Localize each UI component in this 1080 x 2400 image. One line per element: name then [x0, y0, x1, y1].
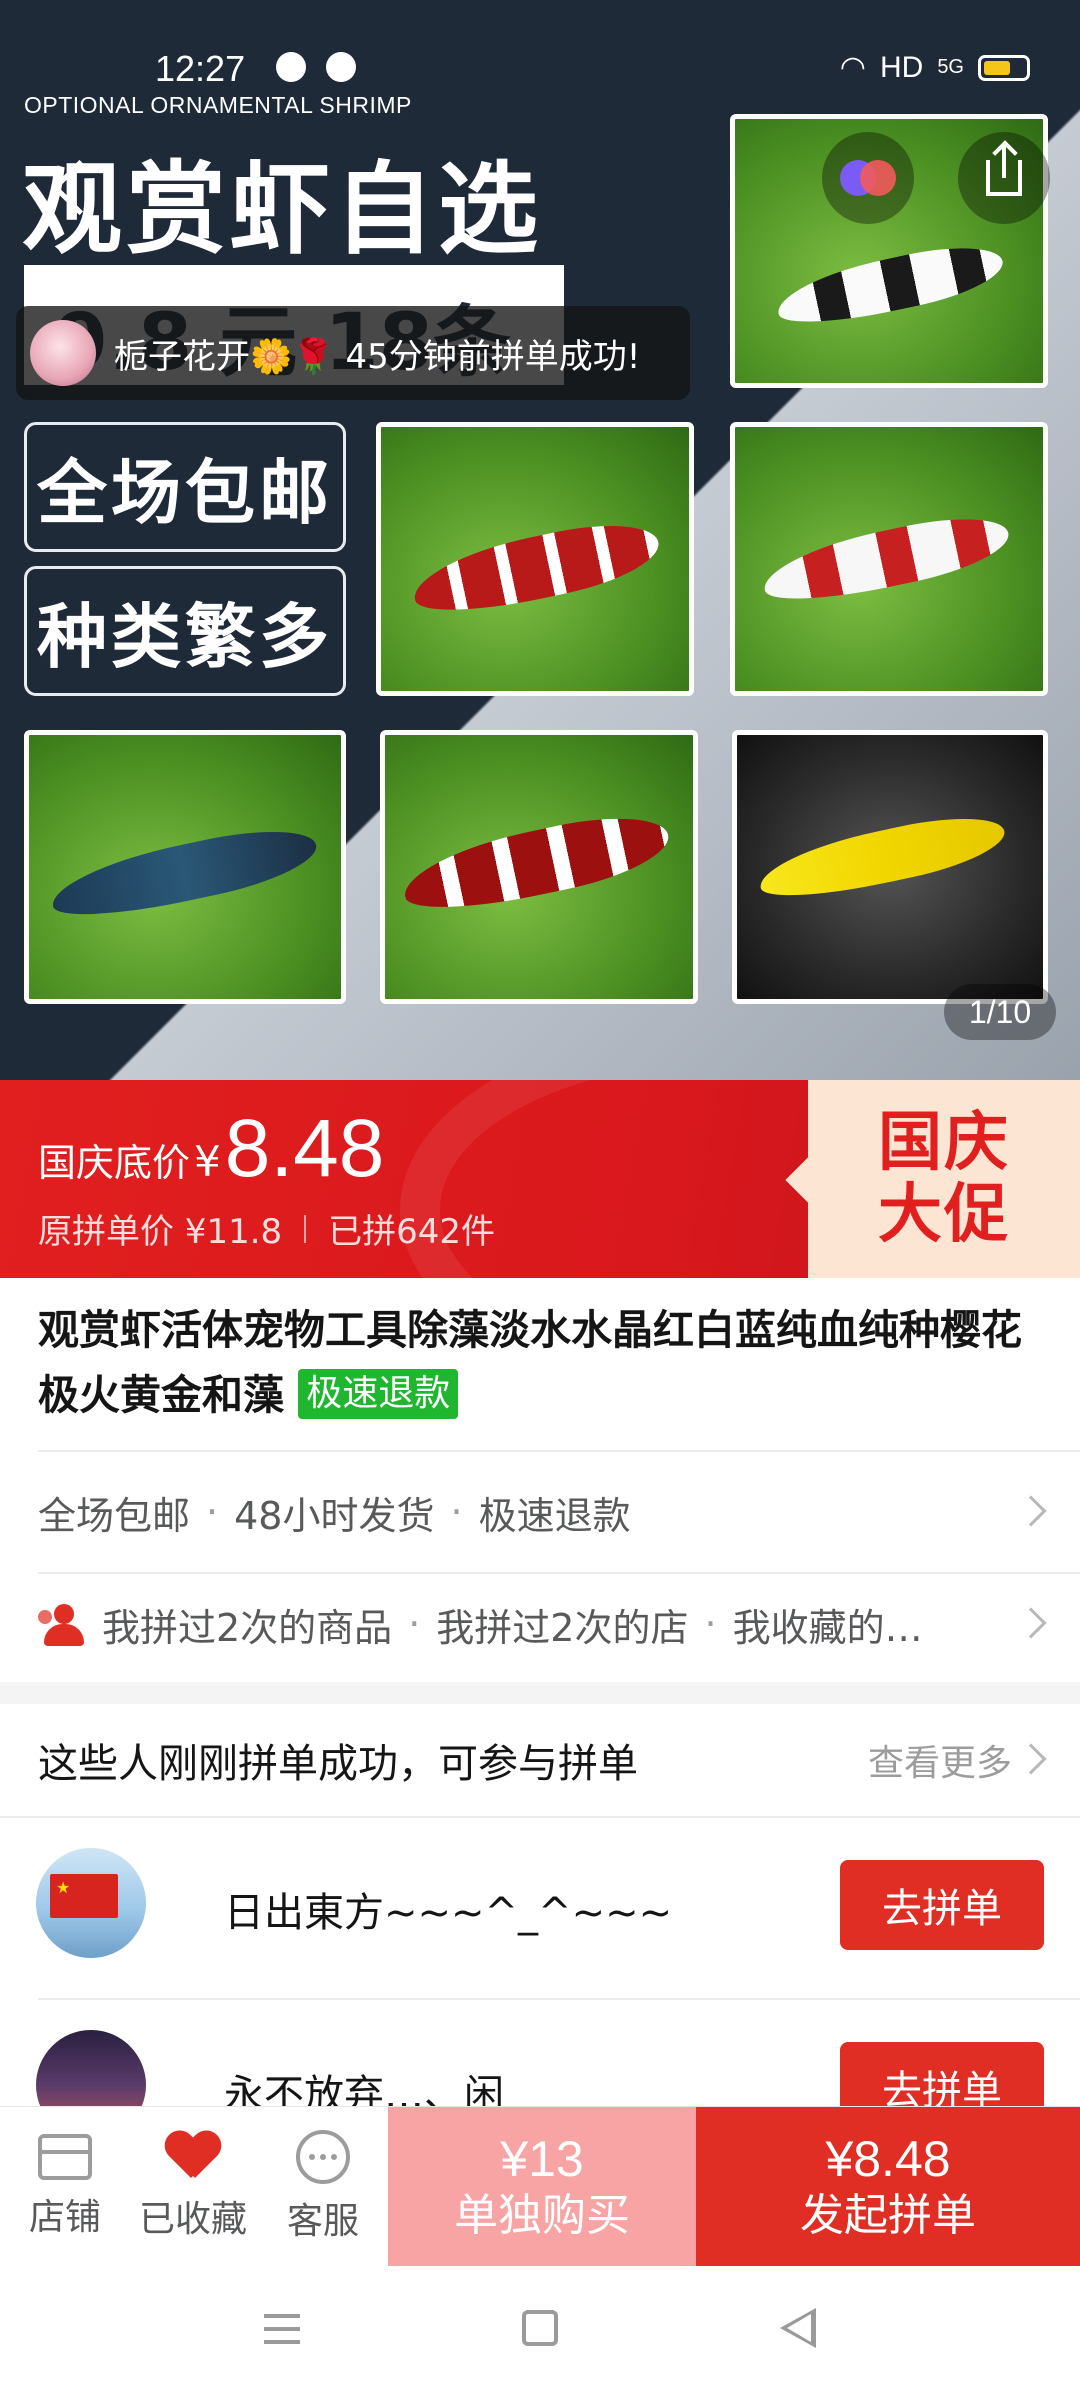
hero-subtitle: OPTIONAL ORNAMENTAL SHRIMP: [24, 92, 412, 118]
system-nav-bar: [0, 2266, 1080, 2400]
shrimp-photo-yellow: [732, 730, 1048, 1004]
original-price-line: 原拼单价 ¥11.8 已拼642件: [38, 1204, 495, 1253]
sold-count: 已拼642件: [328, 1212, 496, 1252]
shrimp-photo-blue: [24, 730, 346, 1004]
start-group-button[interactable]: ¥8.48 发起拼单: [696, 2107, 1080, 2267]
back-button[interactable]: [34, 150, 108, 224]
divider: [38, 1450, 1080, 1452]
group-label: 发起拼单: [800, 2190, 976, 2241]
join-group-header: 这些人刚刚拼单成功，可参与拼单 查看更多: [38, 1704, 1047, 1816]
people-icon: [38, 1602, 88, 1646]
heart-icon: [165, 2132, 221, 2182]
join-group-button[interactable]: 去拼单: [840, 1860, 1044, 1950]
status-time: 12:27: [155, 48, 246, 89]
home-icon[interactable]: [522, 2310, 558, 2346]
app-status-icon: [326, 52, 356, 82]
service-item: 极速退款: [478, 1493, 631, 1538]
alone-label: 单独购买: [454, 2190, 630, 2241]
service-item: 全场包邮: [38, 1493, 191, 1538]
browser-status-icon: [276, 52, 306, 82]
history-item: 我拼过2次的店: [436, 1605, 689, 1650]
service-label: 客服: [286, 2201, 359, 2242]
brand-logo-icon: [840, 156, 896, 200]
battery-icon: [978, 54, 1030, 81]
chevron-right-icon: [1015, 1607, 1047, 1639]
shrimp-photo-white-red: [730, 422, 1048, 696]
promo-line-1: 国庆: [878, 1106, 1010, 1180]
promo-line-2: 大促: [878, 1178, 1010, 1252]
favorite-label: 已收藏: [138, 2199, 247, 2240]
wifi-icon: ◠: [839, 51, 866, 84]
menu-icon[interactable]: [264, 2314, 300, 2344]
history-item: 我收藏的…: [732, 1605, 923, 1650]
see-more-link[interactable]: 查看更多: [868, 1734, 1012, 1786]
join-group-row: ★ 日出東方~~~^_^~~~ 去拼单: [0, 1818, 1080, 1998]
service-item: 48小时发货: [234, 1493, 435, 1538]
image-counter: 1/10: [944, 984, 1056, 1040]
group-price: ¥8.48: [825, 2131, 951, 2187]
join-group-heading: 这些人刚刚拼单成功，可参与拼单: [38, 1741, 638, 1787]
brand-logo-button[interactable]: [822, 132, 914, 224]
shrimp-photo-red-white: [376, 422, 694, 696]
share-button[interactable]: [958, 132, 1050, 224]
purchase-history-row[interactable]: 我拼过2次的商品 · 我拼过2次的店 · 我收藏的…: [38, 1574, 1047, 1674]
back-triangle-icon[interactable]: [780, 2308, 816, 2348]
product-image-carousel[interactable]: OPTIONAL ORNAMENTAL SHRIMP 观赏虾自选 9.8 元 1…: [0, 0, 1080, 1080]
price-line: 国庆底价 ¥ 8.48: [38, 1102, 384, 1196]
favorite-tab[interactable]: 已收藏: [128, 2107, 258, 2267]
hero-box-free-shipping: 全场包邮: [24, 422, 346, 552]
product-title-text: 观赏虾活体宠物工具除藻淡水水晶红白蓝纯血纯种樱花极火黄金和藻: [38, 1306, 1022, 1419]
group-success-toast: 栀子花开🌼🌹 45分钟前拼单成功!: [16, 306, 690, 400]
service-row[interactable]: 全场包邮 · 48小时发货 · 极速退款: [38, 1462, 1047, 1562]
customer-service-tab[interactable]: 客服: [258, 2107, 388, 2267]
alone-price: ¥13: [500, 2131, 584, 2187]
original-price: 原拼单价 ¥11.8: [38, 1212, 283, 1252]
share-icon: [986, 146, 1022, 196]
hero-box-variety: 种类繁多: [24, 566, 346, 696]
promo-tag: 国庆 大促: [808, 1080, 1080, 1278]
bottom-action-bar: 店铺 已收藏 客服 ¥13 单独购买 ¥8.48 发起拼单: [0, 2106, 1080, 2267]
chevron-right-icon: [1015, 1743, 1047, 1775]
divider: [304, 1214, 307, 1243]
join-user-name: 日出東方~~~^_^~~~: [224, 1890, 673, 1936]
store-tab[interactable]: 店铺: [0, 2107, 130, 2267]
store-icon: [38, 2134, 92, 2180]
store-label: 店铺: [28, 2197, 101, 2238]
chevron-right-icon: [1015, 1495, 1047, 1527]
buy-alone-button[interactable]: ¥13 单独购买: [388, 2107, 696, 2267]
hd-indicator: HD: [879, 50, 924, 84]
price-banner: 国庆底价 ¥ 8.48 原拼单价 ¥11.8 已拼642件 国庆 大促: [0, 1080, 1080, 1278]
avatar: [30, 320, 96, 386]
avatar: ★: [36, 1848, 146, 1958]
section-gap: [0, 1682, 1080, 1704]
product-title: 观赏虾活体宠物工具除藻淡水水晶红白蓝纯血纯种樱花极火黄金和藻 极速退款: [38, 1298, 1048, 1428]
fast-refund-badge: 极速退款: [298, 1369, 459, 1419]
chat-icon: [296, 2130, 350, 2184]
price-label: 国庆底价: [38, 1141, 191, 1185]
price-value: 8.48: [224, 1103, 385, 1194]
toast-text: 栀子花开🌼🌹 45分钟前拼单成功!: [114, 336, 641, 377]
status-bar: 12:27 ◠ HD 5G: [0, 0, 1080, 96]
history-item: 我拼过2次的商品: [102, 1605, 393, 1650]
shrimp-photo-red-stripe: [380, 730, 698, 1004]
price-currency: ¥: [194, 1137, 221, 1186]
signal-icon: 5G: [937, 56, 964, 78]
